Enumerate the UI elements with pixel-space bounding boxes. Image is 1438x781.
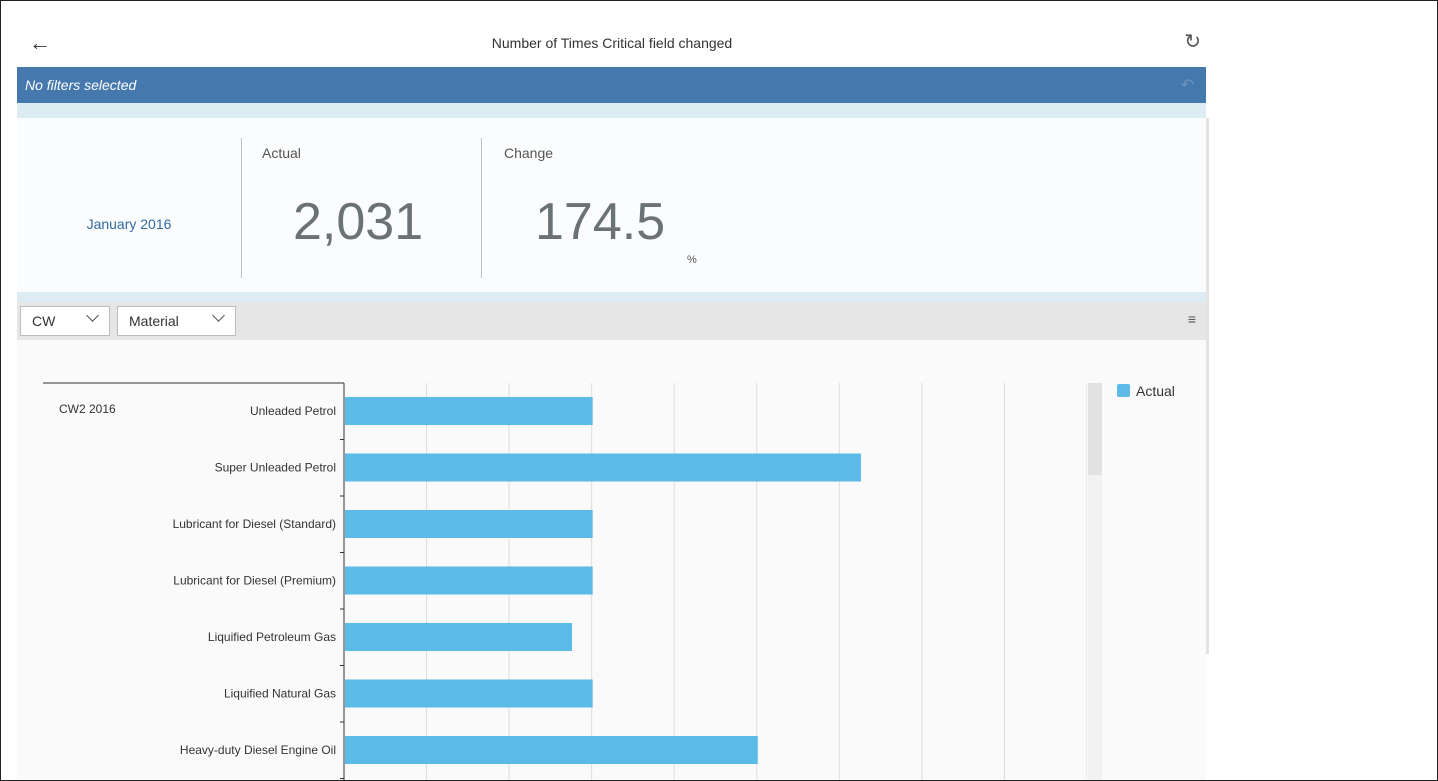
page-title: Number of Times Critical field changed (491, 35, 733, 51)
material-dropdown[interactable]: Material (117, 306, 236, 336)
bar (345, 736, 758, 764)
chart-scrollbar-thumb[interactable] (1088, 383, 1102, 475)
change-unit: % (687, 254, 697, 266)
cw-dropdown[interactable]: CW (20, 306, 110, 336)
cw-dropdown-label: CW (32, 313, 56, 329)
page-scrollbar[interactable] (1206, 118, 1209, 654)
kpi-panel: January 2016 Actual 2,031 Change 174.5 % (17, 118, 1206, 292)
category-tick-label: Liquified Petroleum Gas (208, 630, 336, 644)
bar (345, 397, 593, 425)
bar (345, 566, 593, 595)
change-label: Change (504, 145, 554, 161)
material-dropdown-label: Material (129, 313, 179, 329)
chart-area: CW2 2016 Unleaded Petrol Super Unleaded Pe… (17, 340, 1206, 780)
bar (345, 623, 573, 651)
undo-icon[interactable]: ↶ (1181, 75, 1194, 95)
category-tick-label: Super Unleaded Petrol (215, 461, 336, 475)
kpi-divider (481, 138, 482, 278)
actual-value: 2,031 (293, 193, 424, 251)
legend-swatch-actual (1117, 384, 1130, 397)
filter-bar[interactable]: No filters selected ↶ (17, 67, 1206, 103)
category-tick-label: Lubricant for Diesel (Standard) (173, 517, 336, 531)
actual-label: Actual (262, 145, 301, 161)
separator-band (17, 103, 1206, 118)
app-frame: ← Number of Times Critical field changed… (0, 0, 1438, 781)
separator-band (17, 292, 1206, 302)
bar-chart-icon[interactable]: ≡ (1188, 311, 1196, 327)
bar (345, 510, 593, 538)
period-label[interactable]: January 2016 (17, 216, 241, 232)
category-tick-label: Liquified Natural Gas (224, 687, 336, 701)
category-tick-label: Lubricant for Diesel (Premium) (173, 574, 336, 588)
category-tick-label: Heavy-duty Diesel Engine Oil (180, 743, 336, 757)
category-tick-label: Unleaded Petrol (250, 404, 336, 418)
bar-chart: CW2 2016 Unleaded Petrol Super Unleaded Pe… (43, 382, 1087, 780)
bar (345, 453, 861, 482)
legend-label-actual[interactable]: Actual (1136, 383, 1175, 399)
chevron-down-icon (86, 309, 99, 322)
bar (345, 679, 593, 708)
kpi-divider (241, 138, 242, 278)
filter-status-text: No filters selected (25, 77, 137, 93)
header-bar: ← Number of Times Critical field changed… (17, 21, 1207, 67)
change-value: 174.5 (535, 193, 666, 251)
group-label: CW2 2016 (59, 402, 116, 416)
chart-toolbar: CW Material ≡ (17, 302, 1206, 340)
chevron-down-icon (212, 309, 225, 322)
refresh-icon[interactable]: ↻ (1184, 29, 1201, 54)
